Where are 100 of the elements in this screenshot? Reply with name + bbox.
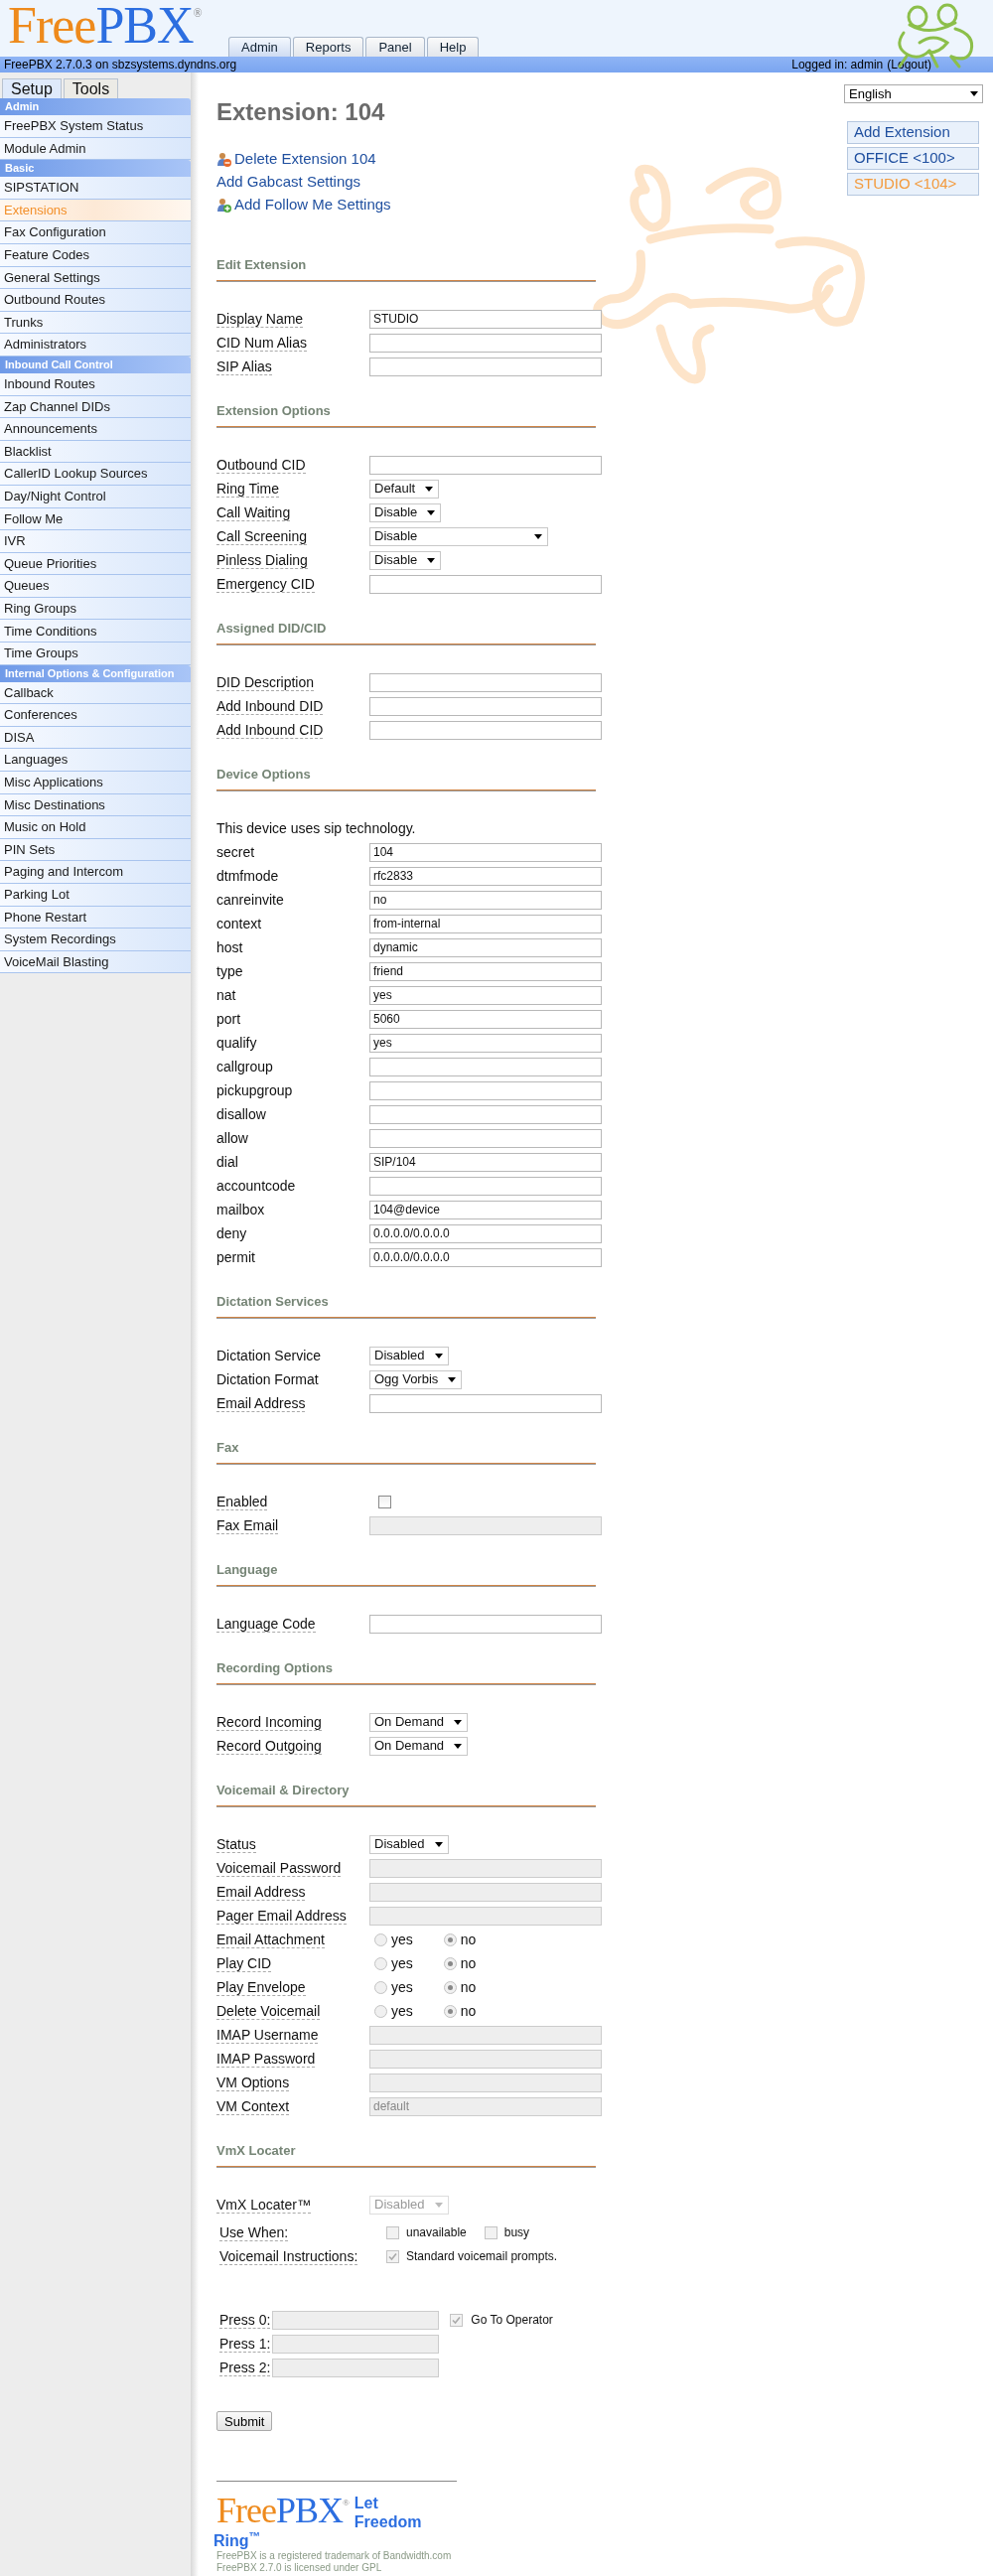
text-field[interactable]: yes — [369, 1033, 602, 1053]
action-link[interactable]: Delete Extension 104 — [234, 148, 376, 171]
text-field[interactable] — [369, 1104, 602, 1124]
dropdown[interactable]: Disabled — [369, 1834, 449, 1854]
sidebar-item[interactable]: Misc Applications — [0, 772, 191, 794]
text-field[interactable]: yes — [369, 985, 602, 1005]
text-field[interactable]: 0.0.0.0/0.0.0.0 — [369, 1223, 602, 1243]
sidebar-item[interactable]: Languages — [0, 749, 191, 773]
sidebar-item[interactable]: CallerID Lookup Sources — [0, 463, 191, 486]
text-field[interactable]: dynamic — [369, 937, 602, 957]
nav-button[interactable]: Add Extension — [847, 121, 979, 144]
sidebar-item[interactable]: VoiceMail Blasting — [0, 950, 191, 974]
sidebar-item[interactable]: Follow Me — [0, 507, 191, 531]
sidebar-item[interactable]: FreePBX System Status — [0, 115, 191, 138]
text-field[interactable] — [369, 1393, 602, 1413]
section-heading: Extension Options — [216, 402, 332, 420]
radio-button[interactable] — [374, 2004, 387, 2018]
dropdown[interactable]: Default — [369, 479, 440, 499]
sidebar-item[interactable]: Ring Groups — [0, 597, 191, 621]
submit-button[interactable]: Submit — [216, 2411, 273, 2431]
sidebar-item[interactable]: Day/Night Control — [0, 485, 191, 508]
sidebar-tab[interactable]: Tools — [63, 78, 119, 98]
radio-button[interactable] — [443, 1956, 457, 1970]
text-field[interactable] — [369, 672, 602, 692]
language-dropdown[interactable]: English — [844, 84, 983, 103]
dropdown[interactable]: On Demand — [369, 1712, 469, 1732]
sidebar-item[interactable]: Feature Codes — [0, 243, 191, 267]
sidebar-item[interactable]: Fax Configuration — [0, 221, 191, 244]
field-label: nat — [216, 987, 236, 1003]
text-field[interactable] — [369, 574, 602, 594]
sidebar-item[interactable]: Inbound Routes — [0, 372, 191, 396]
text-field[interactable] — [369, 720, 602, 740]
radio-button[interactable] — [443, 2004, 457, 2018]
dropdown[interactable]: Ogg Vorbis — [369, 1369, 463, 1389]
sidebar-item[interactable]: Zap Channel DIDs — [0, 395, 191, 419]
radio-button[interactable] — [374, 1932, 387, 1946]
sidebar-item[interactable]: Outbound Routes — [0, 289, 191, 312]
text-field[interactable] — [369, 1128, 602, 1148]
option-label: yes — [391, 1953, 413, 1973]
sidebar-item[interactable]: Announcements — [0, 418, 191, 441]
header-tab[interactable]: Reports — [292, 37, 364, 57]
text-field[interactable] — [369, 1176, 602, 1196]
text-field[interactable] — [369, 333, 602, 353]
sidebar-item[interactable]: Queue Priorities — [0, 552, 191, 576]
sidebar-item[interactable]: Conferences — [0, 704, 191, 727]
text-field[interactable]: no — [369, 890, 602, 910]
sidebar-item[interactable]: Module Admin — [0, 137, 191, 161]
sidebar-item[interactable]: SIPSTATION — [0, 177, 191, 200]
sidebar-item[interactable]: IVR — [0, 530, 191, 553]
text-field[interactable] — [369, 1614, 602, 1634]
radio-button[interactable] — [443, 1980, 457, 1994]
sidebar-item[interactable]: System Recordings — [0, 929, 191, 951]
header-tab[interactable]: Admin — [228, 37, 291, 57]
text-field[interactable]: 5060 — [369, 1009, 602, 1029]
nav-button[interactable]: OFFICE <100> — [847, 147, 979, 170]
sidebar-item[interactable]: Phone Restart — [0, 906, 191, 930]
sidebar-item[interactable]: Music on Hold — [0, 816, 191, 839]
dropdown[interactable]: Disabled — [369, 1346, 449, 1365]
sidebar-item[interactable]: General Settings — [0, 266, 191, 290]
header-tab[interactable]: Panel — [365, 37, 425, 57]
sidebar-item[interactable]: Blacklist — [0, 440, 191, 464]
dropdown[interactable]: On Demand — [369, 1736, 469, 1756]
text-field[interactable]: from-internal — [369, 914, 602, 933]
text-field[interactable]: 104 — [369, 842, 602, 862]
radio-button[interactable] — [374, 1980, 387, 1994]
action-link[interactable]: Add Gabcast Settings — [216, 171, 361, 194]
text-field[interactable]: 104@device — [369, 1200, 602, 1219]
text-field[interactable]: SIP/104 — [369, 1152, 602, 1172]
sidebar-tab[interactable]: Setup — [2, 78, 62, 98]
text-field[interactable] — [369, 696, 602, 716]
sidebar-item[interactable]: Parking Lot — [0, 884, 191, 907]
text-field[interactable] — [369, 357, 602, 376]
dropdown[interactable]: Disable — [369, 550, 442, 570]
logout-link[interactable]: (Logout) — [887, 56, 931, 73]
sidebar-item[interactable]: Time Conditions — [0, 620, 191, 644]
dropdown[interactable]: Disable — [369, 526, 548, 546]
sidebar-item[interactable]: Trunks — [0, 311, 191, 335]
version-text: FreePBX 2.7.0.3 on sbzsystems.dyndns.org — [4, 57, 237, 73]
text-field[interactable] — [369, 455, 602, 475]
sidebar-item[interactable]: Administrators — [0, 334, 191, 357]
checkbox[interactable] — [378, 1495, 391, 1508]
sidebar-item[interactable]: Misc Destinations — [0, 793, 191, 817]
field-label: Call Screening — [216, 528, 308, 545]
dropdown[interactable]: Disable — [369, 502, 442, 522]
text-field[interactable]: STUDIO — [369, 309, 602, 329]
sidebar-item[interactable]: Callback — [0, 681, 191, 705]
sidebar-item[interactable]: PIN Sets — [0, 838, 191, 862]
header-tab[interactable]: Help — [426, 37, 480, 57]
action-link[interactable]: Add Follow Me Settings — [234, 194, 391, 216]
sidebar-item[interactable]: DISA — [0, 726, 191, 750]
sidebar-item[interactable]: Paging and Intercom — [0, 861, 191, 884]
text-field[interactable] — [369, 1080, 602, 1100]
text-field[interactable] — [369, 1057, 602, 1076]
sidebar-item[interactable]: Time Groups — [0, 643, 191, 665]
text-field[interactable]: rfc2833 — [369, 866, 602, 886]
sidebar-item[interactable]: Queues — [0, 575, 191, 598]
radio-button[interactable] — [443, 1932, 457, 1946]
text-field[interactable]: friend — [369, 961, 602, 981]
text-field[interactable]: 0.0.0.0/0.0.0.0 — [369, 1247, 602, 1267]
radio-button[interactable] — [374, 1956, 387, 1970]
